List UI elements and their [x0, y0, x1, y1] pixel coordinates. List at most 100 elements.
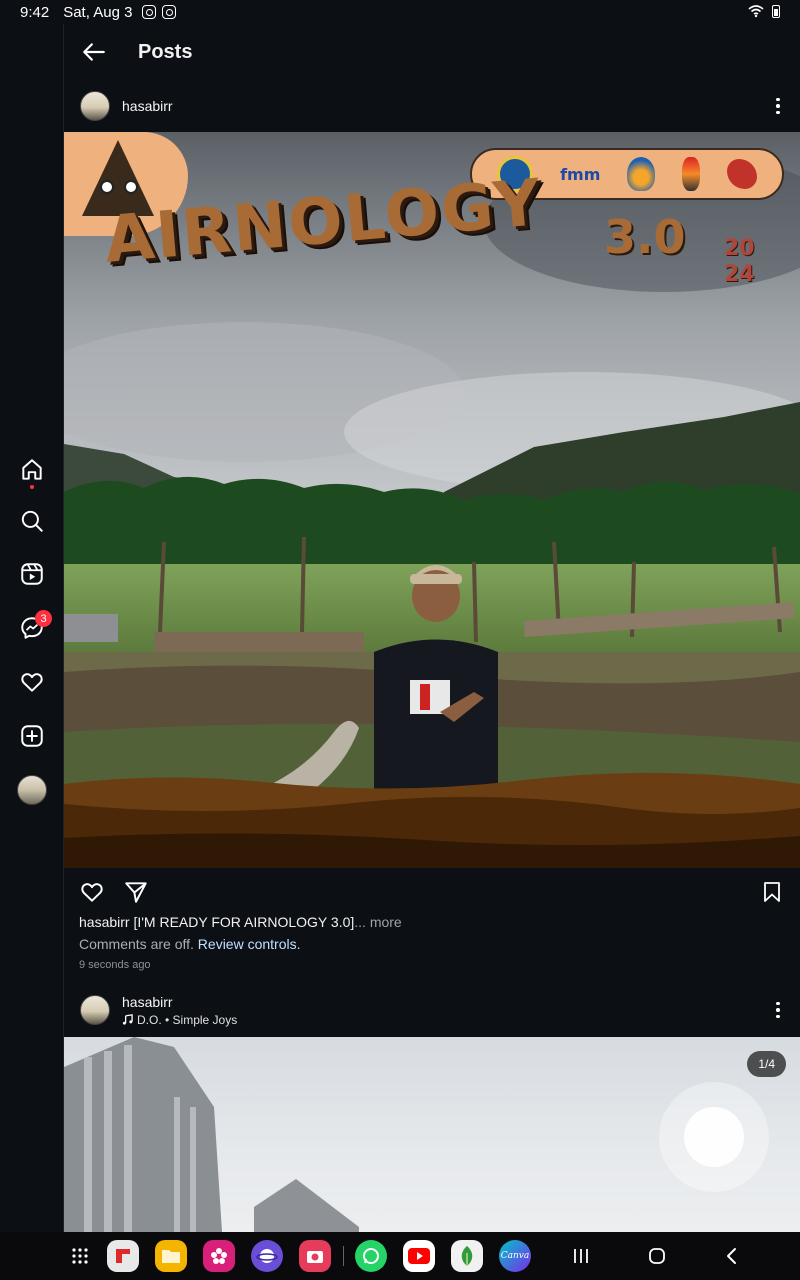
flipboard-app[interactable]: [107, 1240, 139, 1272]
post-actions: [64, 870, 800, 912]
save-button[interactable]: [758, 878, 786, 906]
snapseed-app[interactable]: [451, 1240, 483, 1272]
create-icon: [21, 725, 43, 747]
create-button[interactable]: [14, 718, 50, 754]
home-circle-icon: [649, 1248, 665, 1264]
app-grid-icon: [72, 1248, 88, 1264]
image-version-text: 3.0: [604, 210, 686, 264]
flipboard-icon: [116, 1249, 130, 1263]
share-icon: [125, 882, 147, 903]
music-label: D.O. • Simple Joys: [137, 1012, 238, 1027]
canva-app[interactable]: Canva: [499, 1240, 531, 1272]
post-header: hasabirr D.O. • Simple Joys: [64, 984, 800, 1036]
taskbar-divider: [343, 1246, 344, 1266]
comments-off-text: Comments are off.: [79, 936, 194, 952]
back-button[interactable]: [66, 24, 122, 80]
whatsapp-icon: [363, 1248, 379, 1264]
brand-mark-icon: [726, 159, 757, 189]
more-dot-icon: [776, 110, 780, 115]
status-date: Sat, Aug 3: [63, 3, 133, 21]
canva-label: Canva: [500, 1251, 530, 1261]
logo-eye-icon: [100, 180, 114, 194]
whatsapp-app[interactable]: [355, 1240, 387, 1272]
heart-icon: [21, 673, 43, 692]
carousel-counter: 1/4: [747, 1051, 786, 1077]
logo-eye-icon: [124, 180, 138, 194]
post-options-button[interactable]: [770, 998, 786, 1022]
back-arrow-icon: [83, 43, 105, 61]
notifications-button[interactable]: [14, 664, 50, 700]
post-caption: hasabirr [I'M READY FOR AIRNOLOGY 3.0]..…: [79, 914, 402, 930]
post-photo: [64, 1037, 769, 1232]
internet-app[interactable]: [251, 1240, 283, 1272]
reels-button[interactable]: [14, 556, 50, 592]
review-controls-link[interactable]: Review controls.: [198, 936, 301, 952]
instagram-notification-icon: [142, 5, 157, 19]
status-bar: 9:42 Sat, Aug 3: [0, 0, 800, 24]
camera-app[interactable]: [299, 1240, 331, 1272]
reels-icon: [21, 563, 43, 585]
comments-status: Comments are off. Review controls.: [79, 936, 301, 952]
flame-logo-icon: [627, 157, 656, 191]
like-button[interactable]: [78, 878, 106, 906]
home-icon: [22, 459, 42, 480]
wifi-icon: [748, 5, 764, 18]
instagram-notification-icon: [162, 5, 177, 19]
post-image[interactable]: fmm AIRNOLOGY 3.0 20 24: [64, 132, 800, 868]
search-icon: [21, 510, 43, 532]
profile-button[interactable]: [14, 772, 50, 808]
back-chevron-icon: [727, 1248, 736, 1264]
planet-icon: [256, 1249, 278, 1263]
battery-icon: [772, 4, 780, 18]
flower-icon: [211, 1248, 227, 1264]
more-dot-icon: [776, 1014, 780, 1019]
image-year-text: 20 24: [724, 236, 755, 287]
recents-icon: [574, 1249, 588, 1263]
back-system-button[interactable]: [716, 1240, 748, 1272]
more-dot-icon: [776, 1001, 780, 1006]
post-music[interactable]: D.O. • Simple Joys: [122, 1013, 237, 1027]
app-drawer-button[interactable]: [64, 1240, 96, 1272]
my-files-app[interactable]: [155, 1240, 187, 1272]
avatar: [17, 775, 47, 805]
post-timestamp: 9 seconds ago: [79, 959, 151, 971]
heart-icon: [81, 883, 103, 902]
youtube-app[interactable]: [403, 1240, 435, 1272]
home-button[interactable]: [14, 452, 50, 489]
post-username[interactable]: hasabirr: [122, 98, 173, 114]
caption-more-link[interactable]: ... more: [354, 914, 401, 930]
caption-username[interactable]: hasabirr: [79, 914, 130, 930]
more-dot-icon: [776, 104, 780, 108]
left-nav-rail: 3: [0, 24, 64, 1232]
search-button[interactable]: [14, 503, 50, 539]
post-author-block: hasabirr D.O. • Simple Joys: [110, 994, 237, 1027]
more-dot-icon: [776, 1008, 780, 1012]
recents-button[interactable]: [565, 1240, 597, 1272]
youtube-icon: [408, 1248, 430, 1264]
page-header: Posts: [64, 24, 800, 80]
post-header: hasabirr: [64, 80, 800, 132]
post-options-button[interactable]: [770, 94, 786, 118]
status-right: [748, 4, 780, 18]
messages-badge: 3: [35, 610, 52, 627]
avatar[interactable]: [80, 91, 110, 121]
music-note-icon: [122, 1014, 133, 1025]
gallery-app[interactable]: [203, 1240, 235, 1272]
camera-icon: [307, 1251, 323, 1263]
folder-icon: [162, 1250, 180, 1263]
home-system-button[interactable]: [641, 1240, 673, 1272]
status-time: 9:42: [20, 3, 50, 21]
system-taskbar: Canva: [0, 1232, 800, 1280]
torch-logo-icon: [681, 157, 700, 191]
more-dot-icon: [776, 97, 780, 102]
avatar[interactable]: [80, 995, 110, 1025]
leaf-icon: [461, 1246, 473, 1266]
caption-text: [I'M READY FOR AIRNOLOGY 3.0]: [133, 914, 355, 930]
bookmark-icon: [764, 882, 780, 902]
post-username[interactable]: hasabirr: [122, 994, 237, 1010]
share-button[interactable]: [122, 878, 150, 906]
page-title: Posts: [138, 40, 193, 63]
home-notification-dot: [30, 485, 34, 489]
post-image[interactable]: 1/4: [64, 1037, 800, 1232]
messages-button[interactable]: 3: [14, 610, 52, 646]
